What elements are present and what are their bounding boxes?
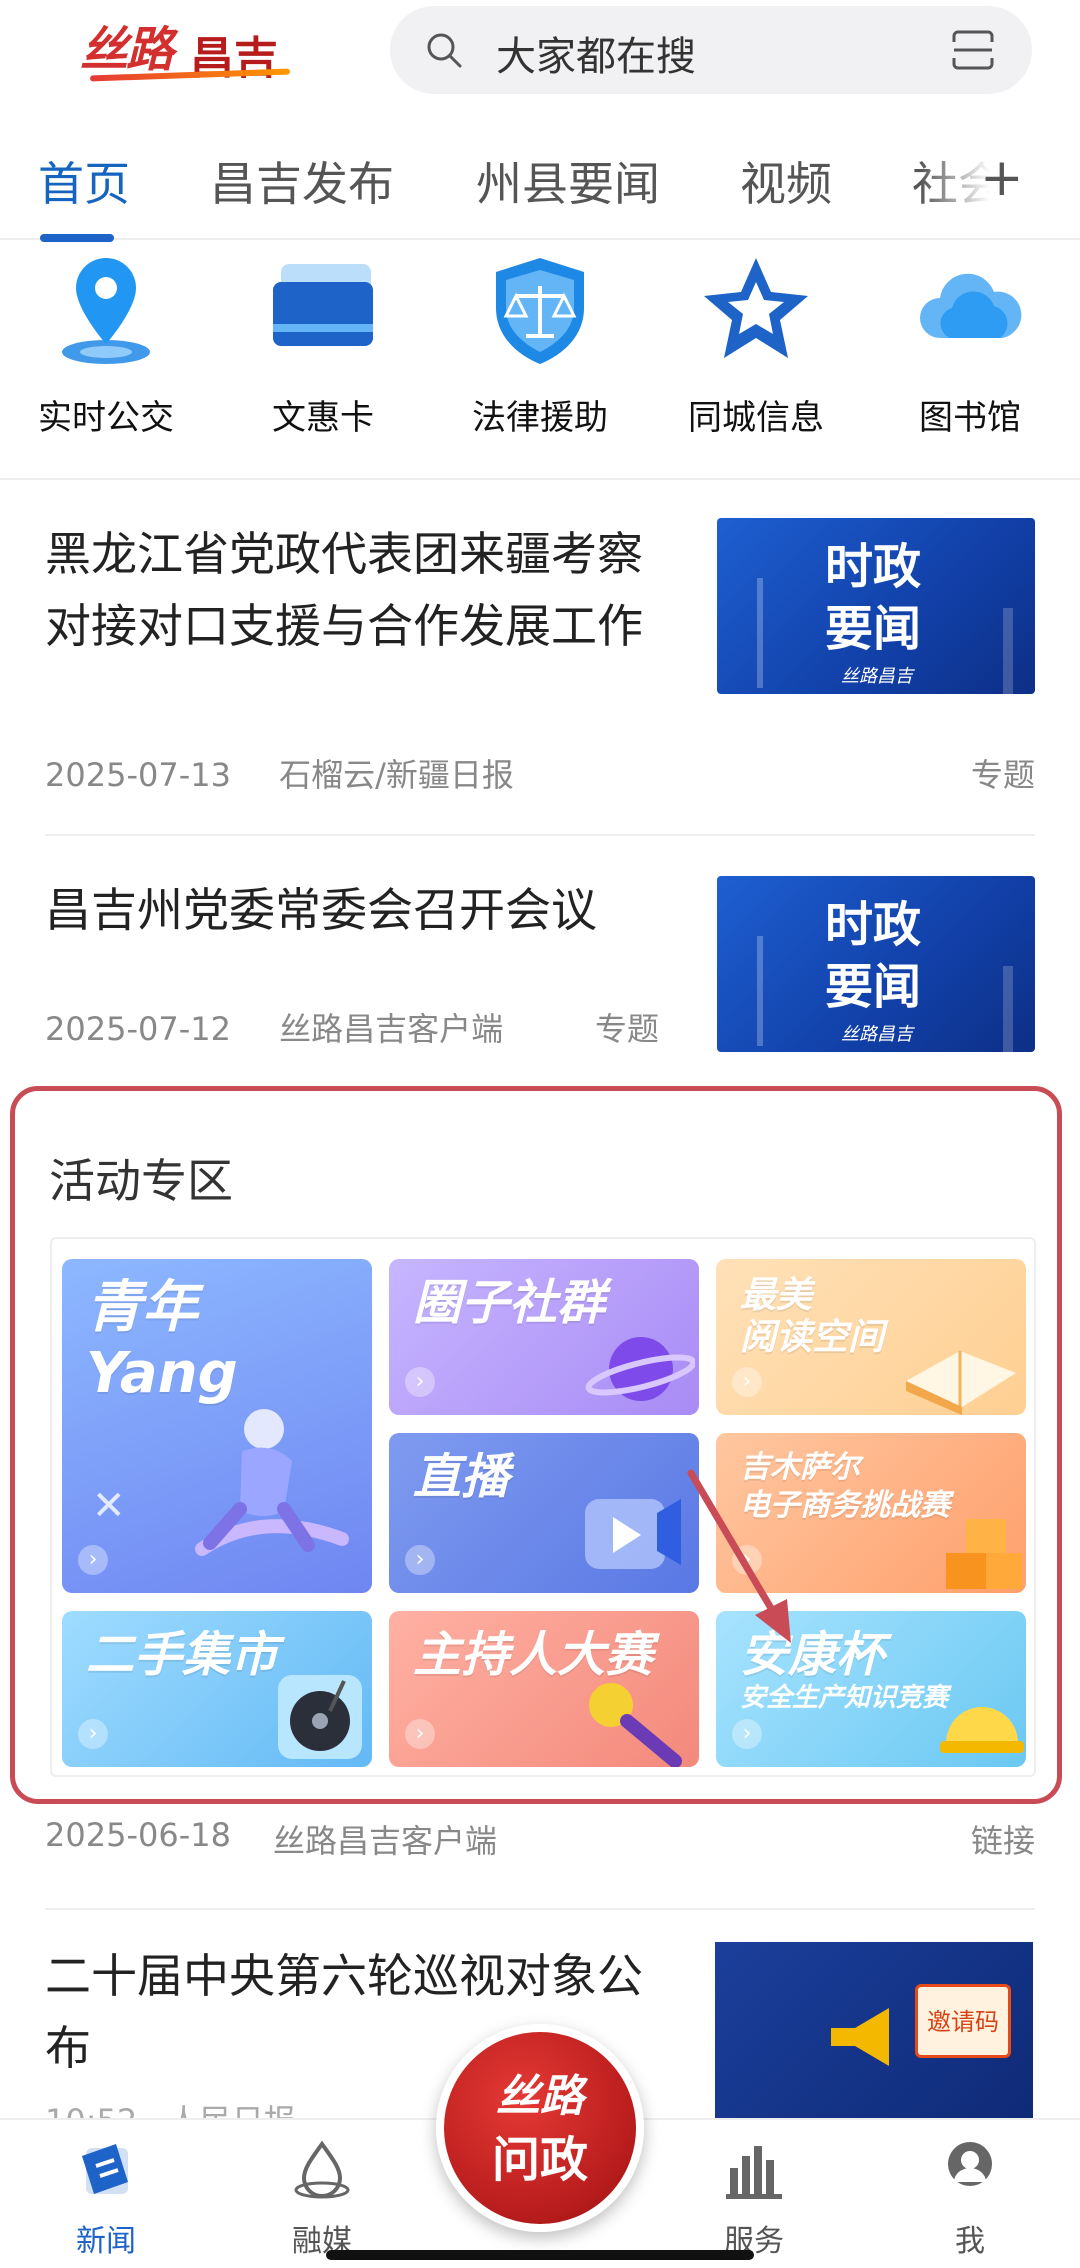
quick-label: 文惠卡 (272, 398, 374, 438)
top-bar: 丝路 昌吉 大家都在搜 (0, 0, 1080, 120)
thumb-title: 时政 要闻 (825, 894, 921, 1018)
card-icon (273, 264, 373, 346)
thumb-line: 时政 (825, 897, 922, 953)
thumb-title: 时政 要闻 (825, 536, 921, 660)
tab-video[interactable]: 视频 (740, 148, 832, 214)
activity-tag: 链接 (970, 1822, 1035, 1860)
divider (45, 834, 1035, 836)
quick-label: 法律援助 (472, 398, 608, 438)
news-thumbnail: 时政 要闻 丝路昌吉 (717, 518, 1035, 694)
service-bars-icon (726, 2146, 782, 2199)
news-thumbnail: 时政 要闻 丝路昌吉 (717, 876, 1035, 1052)
nav-label: 我 (955, 2224, 985, 2259)
scan-icon[interactable] (950, 28, 996, 72)
quick-item-bus[interactable]: 实时公交 (16, 250, 196, 450)
news-title: 昌吉州党委常委会召开会议 (45, 883, 597, 937)
activity-zone: 活动专区 青年 Yang ✕ › 圈子社群 › 最美 阅读空间 › 直播 › 吉… (10, 1086, 1062, 1804)
news-date: 2025-07-13 (45, 756, 231, 794)
news-meta: 2025-07-13 石榴云/新疆日报 (45, 750, 552, 796)
news-title: 黑龙江省党政代表团来疆考察对接对口支援与合作发展工作 (45, 527, 643, 653)
loudspeaker-icon (831, 2008, 889, 2066)
activity-source: 丝路昌吉客户端 (273, 1822, 498, 1860)
search-placeholder: 大家都在搜 (496, 34, 696, 80)
news-icon (82, 2144, 128, 2194)
quick-item-city-info[interactable]: 同城信息 (666, 250, 846, 450)
quick-item-legal-aid[interactable]: 法律援助 (450, 250, 630, 450)
tab-home[interactable]: 首页 (38, 148, 130, 214)
nav-news[interactable]: 新闻 (36, 2138, 176, 2268)
quick-label: 同城信息 (688, 398, 824, 438)
star-icon (704, 258, 808, 358)
news-item[interactable]: 黑龙江省党政代表团来疆考察对接对口支援与合作发展工作 2025-07-13 石榴… (45, 518, 1035, 794)
quick-label: 图书馆 (919, 398, 1021, 438)
silk-road-inquiry-button[interactable]: 丝路 问政 (436, 2024, 644, 2232)
search-icon (427, 33, 462, 68)
news-source: 石榴云/新疆日报 (279, 756, 514, 794)
news-tag: 专题 (970, 756, 1035, 794)
add-channel-icon[interactable]: + (980, 148, 1024, 208)
news-thumbnail: 邀请码 (715, 1942, 1033, 2118)
red-arrow-annotation (687, 1469, 791, 1643)
nav-service[interactable]: 服务 (684, 2138, 824, 2268)
invite-code-badge: 邀请码 (915, 1984, 1011, 2058)
thumb-decoration (757, 936, 763, 1046)
thumb-decoration (1003, 966, 1013, 1052)
news-date: 2025-07-12 (45, 1010, 231, 1048)
app-logo[interactable]: 丝路 昌吉 (80, 10, 310, 90)
media-drop-icon (294, 2140, 350, 2199)
app-screen: 丝路 昌吉 大家都在搜 首页 昌吉发布 州县要闻 视频 社会 + (0, 0, 1080, 2268)
news-item[interactable]: 昌吉州党委常委会召开会议 2025-07-12 丝路昌吉客户端 专题 时政 要闻… (45, 874, 1035, 1064)
thumb-brand: 丝路昌吉 (841, 1024, 913, 1045)
nav-media[interactable]: 融媒 (252, 2138, 392, 2268)
news-source: 丝路昌吉客户端 (279, 1010, 504, 1048)
center-button-line2: 问政 (491, 2132, 588, 2188)
thumb-brand: 丝路昌吉 (841, 666, 913, 687)
center-button-line1: 丝路 (496, 2071, 584, 2122)
home-indicator[interactable] (326, 2250, 754, 2260)
quick-services: 实时公交 文惠卡 法律援助 同城信息 图书馆 (0, 240, 1080, 480)
quick-item-library[interactable]: 图书馆 (880, 250, 1060, 450)
cloud-icon (920, 273, 1022, 338)
thumb-decoration (1003, 608, 1013, 694)
search-bar[interactable]: 大家都在搜 (390, 6, 1032, 94)
thumb-line: 要闻 (825, 601, 922, 657)
thumb-decoration (757, 578, 763, 688)
location-pin-icon (62, 258, 150, 364)
thumb-line: 时政 (825, 539, 922, 595)
thumb-line: 要闻 (825, 959, 922, 1015)
justice-shield-icon (496, 258, 584, 364)
activity-date: 2025-06-18 (45, 1816, 231, 1854)
quick-label: 实时公交 (38, 398, 174, 438)
nav-me[interactable]: 我 (900, 2138, 1040, 2268)
nav-label: 新闻 (76, 2224, 136, 2259)
tab-county-news[interactable]: 州县要闻 (476, 148, 660, 214)
quick-item-card[interactable]: 文惠卡 (233, 250, 413, 450)
logo-mark: 丝路 (80, 22, 174, 78)
divider (45, 1908, 1035, 1910)
profile-icon (948, 2142, 992, 2186)
news-meta: 2025-07-12 丝路昌吉客户端 (45, 1004, 541, 1050)
news-tag: 专题 (595, 1010, 660, 1048)
tab-changji-release[interactable]: 昌吉发布 (210, 148, 394, 214)
channel-tabs: 首页 昌吉发布 州县要闻 视频 社会 + (0, 130, 1080, 242)
